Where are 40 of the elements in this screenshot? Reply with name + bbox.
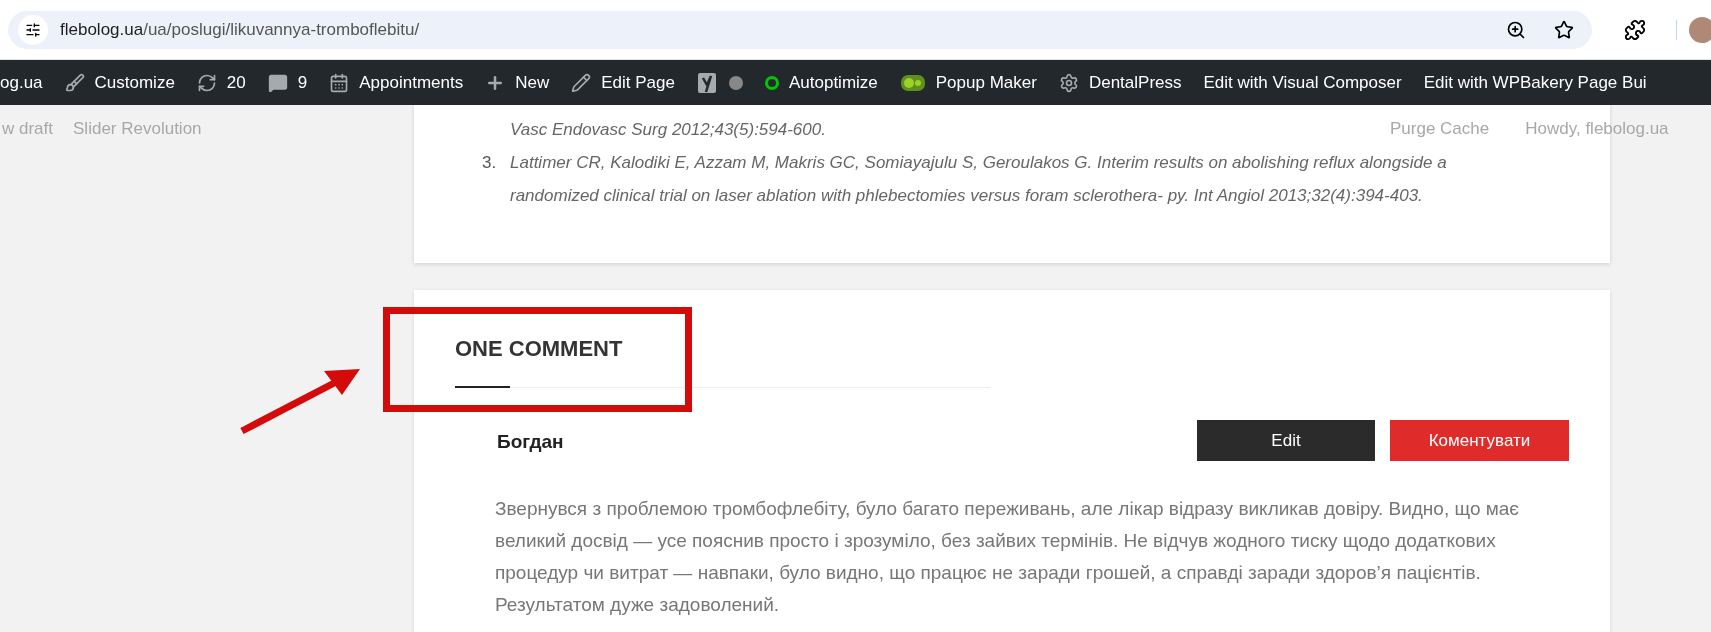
brush-icon <box>64 72 85 93</box>
admin-bar-link[interactable]: Edit Page <box>601 69 675 96</box>
admin-bar-link[interactable]: 20 <box>226 69 246 96</box>
faded-menu-text: Purge Cache <box>1390 118 1490 140</box>
edit-button[interactable]: Edit <box>1197 420 1375 461</box>
admin-bar-link[interactable]: 9 <box>297 69 308 96</box>
avatar[interactable] <box>1689 16 1711 43</box>
comment-text: Звернувся з проблемою тромбофлебіту, було багато переживань, але лікар відразу викликав довіру. Видно, що має великий досвід — усе пояснив просто і зрозуміло, без зайвих термінів. Не відчув жодного тиску щодо додаткових процедур чи витрат — навпаки, було видно, що працює не заради грошей, а справді заради здоров’я пацієнтів. Результатом дуже задоволений. <box>495 497 1521 617</box>
admin-bar-link[interactable]: DentalPress <box>1088 69 1182 96</box>
admin-bar-link[interactable]: og.ua <box>0 69 43 96</box>
calendar-icon <box>329 72 350 93</box>
y-logo-icon <box>696 70 717 95</box>
zoom-icon[interactable] <box>1506 19 1526 40</box>
admin-bar-link[interactable]: Customize <box>94 69 175 96</box>
url-text: flebolog.ua/ua/poslugi/likuvannya-tromboflebitu/ <box>60 18 420 41</box>
faded-menu-text: Howdy, flebolog.ua <box>1525 118 1669 140</box>
admin-bar-link[interactable]: New <box>515 69 550 96</box>
extensions-icon[interactable] <box>1624 18 1646 41</box>
section-heading: ONE COMMENT <box>455 336 623 361</box>
admin-bar-link[interactable]: Edit with Visual Composer <box>1203 69 1402 96</box>
star-icon[interactable] <box>1554 19 1574 40</box>
reference-text: Lattimer CR, Kalodiki E, Azzam M, Makris GC, Somiayajulu S, Geroulakos G. Interim results on abolishing reflux alongside a <box>510 152 1447 174</box>
admin-bar-link[interactable]: Appointments <box>359 69 464 96</box>
comment-author: Богдан <box>497 430 564 454</box>
admin-bar-link[interactable]: Edit with WPBakery Page Bui <box>1423 69 1647 96</box>
reference-text: Vasc Endovasc Surg 2012;43(5):594-600. <box>510 119 826 141</box>
faded-menu-text: Slider Revolution <box>73 118 202 140</box>
gear-icon <box>1058 72 1079 93</box>
admin-bar-link[interactable]: Popup Maker <box>935 69 1037 96</box>
list-number: 3. <box>482 152 497 174</box>
address-bar[interactable]: flebolog.ua/ua/poslugi/likuvannya-tromboflebitu/ <box>8 10 1592 49</box>
speech-bubble-icon <box>267 72 288 93</box>
ring-icon <box>764 75 779 90</box>
site-settings-icon[interactable] <box>25 21 41 38</box>
faded-menu-text: w draft <box>2 118 54 140</box>
pencil-icon <box>571 72 592 93</box>
admin-bar-link[interactable]: Autoptimize <box>788 69 878 96</box>
reference-text: randomized clinical trial on laser ablation with phlebectomies versus foram sclerothera- py. Int Angiol 2013;32(4):394-403. <box>510 185 1424 207</box>
refresh-icon <box>196 72 217 93</box>
reply-button[interactable]: Коментувати <box>1390 420 1569 461</box>
